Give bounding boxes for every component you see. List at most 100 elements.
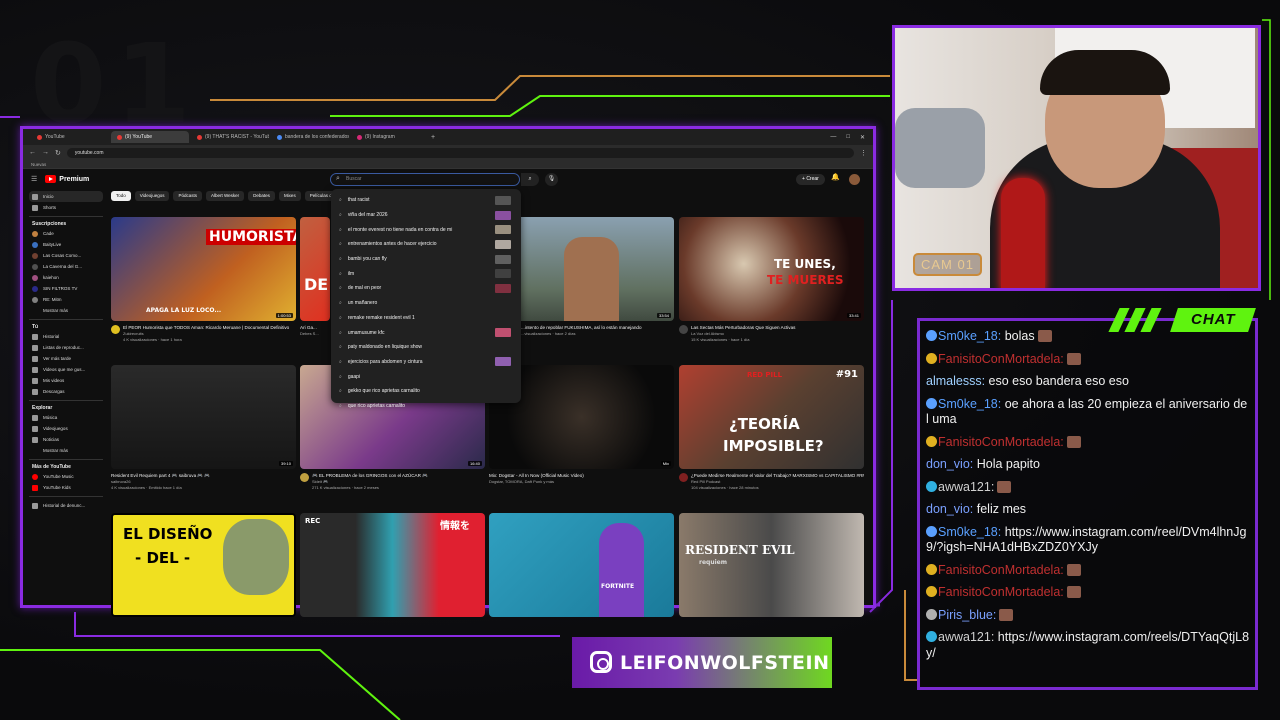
search-suggestion[interactable]: ⌕ gekko que rico aprietas carnalito [331,384,521,399]
sidebar-item-playlists[interactable]: Listas de reproduc... [29,342,103,353]
search-suggestion[interactable]: ⌕ ilm [331,266,521,281]
video-channel[interactable]: Debes S... [300,331,330,337]
chat-username[interactable]: Sm0ke_18: [938,525,1001,539]
sidebar-subscription[interactable]: kaiehon [29,272,103,283]
channel-avatar[interactable] [679,325,688,334]
maximize-icon[interactable]: □ [846,134,850,141]
video-thumbnail[interactable]: DE [300,217,330,321]
chat-username[interactable]: Piris_blue: [938,608,996,622]
sidebar-subscription[interactable]: Cade [29,228,103,239]
sidebar-item-my-videos[interactable]: Mis videos [29,375,103,386]
search-suggestion[interactable]: ⌕ el monte everest no tiene nada en contr… [331,222,521,237]
search-suggestion[interactable]: ⌕ un mañanero [331,296,521,311]
account-avatar[interactable] [849,174,860,185]
channel-avatar[interactable] [111,325,120,334]
search-suggestion[interactable]: ⌕ bambi you can fly [331,252,521,267]
chip[interactable]: Videojuegos [134,191,170,201]
chip[interactable]: Pódcasts [173,191,202,201]
chat-username[interactable]: almalesss: [926,374,985,388]
video-thumbnail[interactable]: REC 情報を [300,513,485,617]
channel-avatar[interactable] [679,473,688,482]
sidebar-item-yt-kids[interactable]: YouTube Kids [29,482,103,493]
sidebar-item-shorts[interactable]: Shorts [29,202,103,213]
video-card[interactable]: TE UNES, TE MUERES 33:41 Las Sectas Más … [679,217,864,343]
youtube-logo[interactable]: Premium [45,175,89,183]
sidebar-item-home[interactable]: Inicio [29,191,103,202]
search-suggestion[interactable]: ⌕ ejercicios para abdomen y cintura [331,355,521,370]
create-button[interactable]: + Crear [796,174,825,185]
chat-username[interactable]: Sm0ke_18: [938,329,1001,343]
chat-username[interactable]: Sm0ke_18: [938,397,1001,411]
sidebar-item-yt-music[interactable]: YouTube Music [29,471,103,482]
search-suggestion[interactable]: ⌕ entrenamientos antes de hacer ejercicio [331,237,521,252]
channel-avatar[interactable] [300,473,309,482]
sidebar-subscription[interactable]: SIN FILTROS TV [29,283,103,294]
sidebar-subscription[interactable]: Las Cosas Como... [29,250,103,261]
chip[interactable]: Mixes [278,191,301,201]
video-thumbnail[interactable]: RED PILL #91 ¿TEORÍA IMPOSIBLE? [679,365,864,469]
sidebar-item-report-history[interactable]: Historial de denunc... [29,500,103,511]
video-thumbnail[interactable]: FORTNITE [489,513,674,617]
chip[interactable]: Debates [248,191,275,201]
search-button[interactable]: ⌕ [521,173,539,186]
chat-username[interactable]: awwa121: [938,480,994,494]
sidebar-subscription[interactable]: BaityLive [29,239,103,250]
chat-username[interactable]: awwa121: [938,630,994,644]
video-card[interactable]: FORTNITE [489,513,674,617]
sidebar-item-downloads[interactable]: Descargas [29,386,103,397]
sidebar-item-liked[interactable]: Videos que me gus... [29,364,103,375]
video-card[interactable]: REC 情報を [300,513,485,617]
search-suggestion[interactable]: ⌕ that racist [331,193,521,208]
sidebar-item-news[interactable]: Noticias [29,434,103,445]
you-heading[interactable]: Tú [32,324,103,330]
video-card[interactable]: RED PILL #91 ¿TEORÍA IMPOSIBLE? ¿Puede M… [679,365,864,491]
browser-tab[interactable]: (9) THAT'S RACIST - YouTube [191,131,269,143]
browser-tab[interactable]: bandera de los confederados [271,131,349,143]
subscriptions-heading[interactable]: Suscripciones [32,221,103,227]
minimize-icon[interactable]: — [830,134,836,141]
show-more-subscriptions[interactable]: Mostrar más [29,305,103,316]
chat-username[interactable]: FanisitoConMortadela: [938,563,1064,577]
video-card[interactable]: HUMORISTA APAGA LA LUZ LOCO... 1:00:53 E… [111,217,296,343]
chip-all[interactable]: Todo [111,191,131,201]
video-card[interactable]: DE Ari Ga... Debes S... [300,217,330,337]
chip[interactable]: Albert Wesker [205,191,245,201]
sidebar-item-gaming[interactable]: Videojuegos [29,423,103,434]
reload-icon[interactable]: ↻ [55,149,61,157]
extensions-icon[interactable]: ⋮ [860,149,867,157]
video-thumbnail[interactable]: EL DISEÑO - DEL - [111,513,296,617]
close-icon[interactable]: ✕ [860,134,865,141]
video-thumbnail[interactable]: TE UNES, TE MUERES 33:41 [679,217,864,321]
search-suggestion[interactable]: ⌕ umamusume kfc [331,325,521,340]
chat-username[interactable]: don_vio: [926,457,973,471]
forward-icon[interactable]: → [42,149,49,156]
search-suggestion[interactable]: ⌕ gaapi [331,369,521,384]
search-suggestion[interactable]: ⌕ paty maldonado en liquique show [331,340,521,355]
show-more-explore[interactable]: Mostrar más [29,445,103,456]
new-tab-button[interactable]: + [431,134,435,141]
video-thumbnail[interactable]: RESIDENT EVIL requiem [679,513,864,617]
back-icon[interactable]: ← [29,149,36,156]
chat-username[interactable]: don_vio: [926,502,973,516]
search-suggestion[interactable]: ⌕ que rico aprietas carnalito [331,399,521,414]
sidebar-item-watch-later[interactable]: Ver más tarde [29,353,103,364]
chat-username[interactable]: FanisitoConMortadela: [938,435,1064,449]
browser-tab[interactable]: YouTube [31,131,109,143]
sidebar-subscription[interactable]: RE: Mitm [29,294,103,305]
microphone-icon[interactable]: 🎙 [545,173,558,186]
search-suggestion[interactable]: ⌕ viña del mar 2026 [331,208,521,223]
search-suggestion[interactable]: ⌕ remake remake resident evil 1 [331,311,521,326]
url-field[interactable]: youtube.com [66,147,854,158]
search-suggestion[interactable]: ⌕ de mal en peor [331,281,521,296]
video-thumbnail[interactable]: 39:10 [111,365,296,469]
video-card[interactable]: RESIDENT EVIL requiem [679,513,864,617]
browser-tab-active[interactable]: (9) YouTube [111,131,189,143]
chat-username[interactable]: FanisitoConMortadela: [938,585,1064,599]
notifications-bell-icon[interactable]: 🔔 [831,173,840,181]
search-input[interactable]: Buscar [330,173,520,186]
video-channel[interactable]: Dogstar, TOMORA, Daft Punk y más [489,479,674,485]
chat-username[interactable]: FanisitoConMortadela: [938,352,1064,366]
browser-tab[interactable]: (9) Instagram [351,131,429,143]
bookmarks-bar[interactable]: Nuevas [23,160,873,169]
video-card[interactable]: EL DISEÑO - DEL - [111,513,296,617]
